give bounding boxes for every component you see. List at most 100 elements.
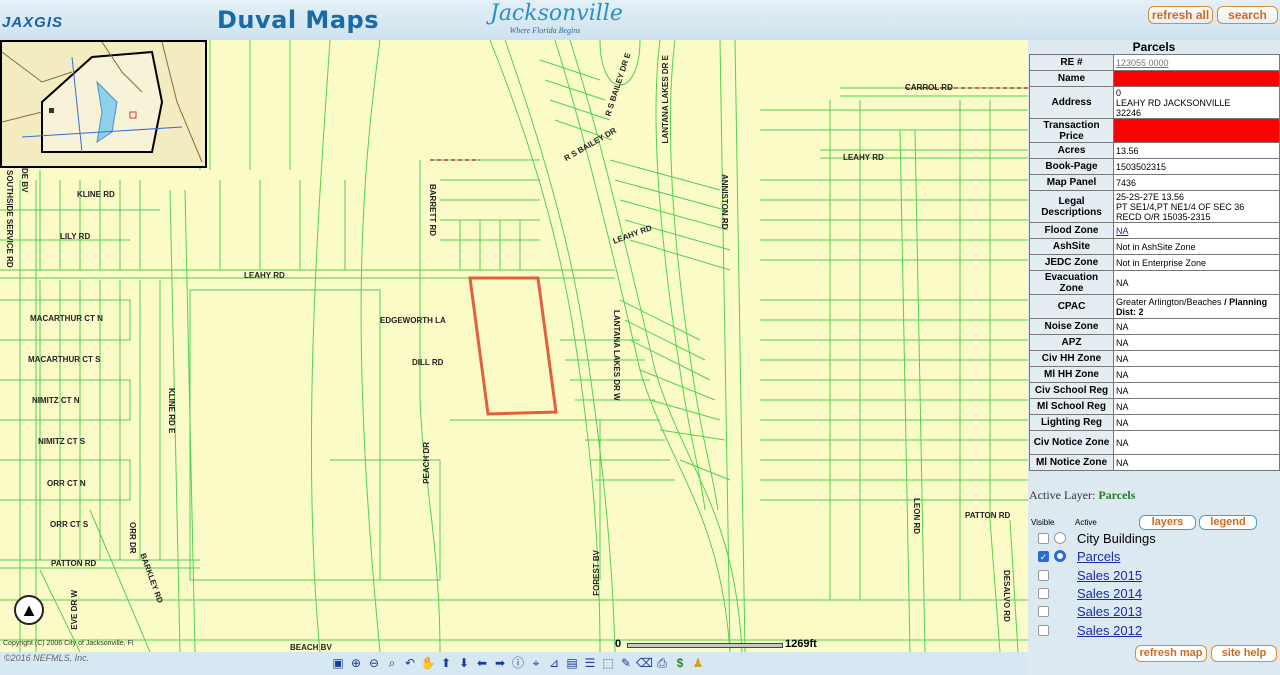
refresh-map-button[interactable]: refresh map <box>1135 645 1207 662</box>
legend-button[interactable]: legend <box>1199 515 1257 530</box>
layer-visible-checkbox[interactable] <box>1038 606 1049 618</box>
pan-south-icon[interactable]: ⬇ <box>456 655 472 671</box>
attribute-row: Civ Notice Zone NA <box>1029 430 1280 455</box>
layer-active-radio[interactable] <box>1054 550 1066 563</box>
city-tagline: Where Florida Begins <box>509 26 581 35</box>
streetview-icon[interactable]: ♟ <box>690 655 706 671</box>
attribute-value: NA <box>1113 318 1280 335</box>
attribute-value: 1503502315 <box>1113 158 1280 175</box>
attribute-label: RE # <box>1029 54 1114 71</box>
zoom-in-icon[interactable]: ⊕ <box>348 655 364 671</box>
print-icon[interactable]: ⎙ <box>654 655 670 671</box>
pan-hand-icon[interactable]: ✋ <box>420 655 436 671</box>
road-label-leahy-west: LEAHY RD <box>244 271 285 280</box>
dollar-icon[interactable]: $ <box>672 655 688 671</box>
layer-row: Sales 2015 <box>1028 567 1280 585</box>
layer-row: ✓ Parcels <box>1028 548 1280 566</box>
attribute-label: Address <box>1029 86 1114 119</box>
attribute-value: NA <box>1113 334 1280 351</box>
attribute-row: Civ HH Zone NA <box>1029 350 1280 367</box>
list-icon[interactable]: ☰ <box>582 655 598 671</box>
layer-name[interactable]: Parcels <box>1077 549 1120 564</box>
pan-north-icon[interactable]: ⬆ <box>438 655 454 671</box>
attribute-row: Name <box>1029 70 1280 87</box>
full-extent-icon[interactable]: ▣ <box>330 655 346 671</box>
zoom-box-icon[interactable]: ⌕ <box>384 655 400 671</box>
road-label-eve: EVE DR W <box>70 590 79 630</box>
pan-west-icon[interactable]: ⬅ <box>474 655 490 671</box>
attribute-label: CPAC <box>1029 294 1114 319</box>
road-label-nimitz-s: NIMITZ CT S <box>38 437 86 446</box>
identify-icon[interactable]: ⓘ <box>510 655 526 671</box>
overview-map[interactable] <box>0 40 207 168</box>
map-toolbar: ▣ ⊕ ⊖ ⌕ ↶ ✋ ⬆ ⬇ ⬅ ➡ ⓘ ⌖ ⊿ ▤ ☰ ⬚ ✎ ⌫ ⎙ $ … <box>330 655 706 673</box>
flood-zone-link[interactable]: NA <box>1116 226 1129 236</box>
print-area-icon[interactable]: ▤ <box>564 655 580 671</box>
attribute-value: NA <box>1113 270 1280 295</box>
layer-visible-checkbox[interactable] <box>1038 533 1049 544</box>
attribute-label: Civ School Reg <box>1029 382 1114 399</box>
attribute-label: Map Panel <box>1029 174 1114 191</box>
attribute-row: Ml School Reg NA <box>1029 398 1280 415</box>
road-label-service: SOUTHSIDE SERVICE RD <box>5 170 14 268</box>
re-number-link[interactable]: 123055 0000 <box>1116 58 1169 68</box>
attribute-row: AshSite Not in AshSite Zone <box>1029 238 1280 255</box>
erase-icon[interactable]: ⌫ <box>636 655 653 671</box>
cpac-value: Greater Arlington/Beaches <box>1116 296 1222 307</box>
jacksonville-logo: Jacksonville Where Florida Begins <box>490 0 623 40</box>
visible-column-header: Visible <box>1031 518 1055 527</box>
refresh-all-button[interactable]: refresh all <box>1148 6 1213 24</box>
layer-active-radio[interactable] <box>1054 532 1066 544</box>
attribute-value: NA <box>1113 454 1280 471</box>
attribute-row: Book-Page 1503502315 <box>1029 158 1280 175</box>
road-label-dill: DILL RD <box>412 358 444 367</box>
search-button[interactable]: search <box>1217 6 1278 24</box>
attribute-row: CPAC Greater Arlington/Beaches / Planning… <box>1029 294 1280 319</box>
attribute-row: Lighting Reg NA <box>1029 414 1280 431</box>
attribute-label: Ml Notice Zone <box>1029 454 1114 471</box>
zoom-out-icon[interactable]: ⊖ <box>366 655 382 671</box>
attribute-label: Noise Zone <box>1029 318 1114 335</box>
select-icon[interactable]: ⌖ <box>528 655 544 671</box>
layer-name[interactable]: Sales 2013 <box>1077 604 1142 619</box>
layer-name[interactable]: Sales 2015 <box>1077 568 1142 583</box>
layer-visible-checkbox[interactable] <box>1038 569 1049 581</box>
road-label-patton-east: PATTON RD <box>965 511 1011 520</box>
attribute-value: NA <box>1113 366 1280 383</box>
road-label-leahy-east: LEAHY RD <box>843 153 884 162</box>
attribute-value: 25-2S-27E 13.56 PT SE1/4,PT NE1/4 OF SEC… <box>1113 190 1280 223</box>
attribute-value: Greater Arlington/Beaches / Planning Dis… <box>1113 294 1280 319</box>
attribute-label: Flood Zone <box>1029 222 1114 239</box>
road-label-lantana-e: LANTANA LAKES DR E <box>661 55 670 144</box>
map-copyright: Copyright (C) 2006 City of Jacksonville,… <box>3 640 134 647</box>
parcel-attribute-table: RE #123055 0000 Name Address 0 LEAHY RD JAC… <box>1029 54 1280 471</box>
select-area-icon[interactable]: ⬚ <box>600 655 616 671</box>
attribute-value: NA <box>1113 382 1280 399</box>
pan-east-icon[interactable]: ➡ <box>492 655 508 671</box>
layer-visible-checkbox[interactable] <box>1038 587 1049 599</box>
road-label-leon: LEON RD <box>912 498 921 534</box>
measure-icon[interactable]: ⊿ <box>546 655 562 671</box>
attribute-label: Transaction Price <box>1029 118 1114 143</box>
attribute-row: Legal Descriptions 25-2S-27E 13.56 PT SE1… <box>1029 190 1280 223</box>
map-canvas[interactable]: CARROL RD LEAHY RD KLINE RD LILY RD LEAH… <box>0 40 1028 652</box>
layer-name[interactable]: Sales 2012 <box>1077 623 1142 638</box>
active-layer-indicator: Active Layer: Parcels <box>1029 488 1135 503</box>
road-label-barrett: BARRETT RD <box>428 184 437 236</box>
find-icon[interactable]: ✎ <box>618 655 634 671</box>
attribute-label: Ml School Reg <box>1029 398 1114 415</box>
layer-name[interactable]: Sales 2014 <box>1077 586 1142 601</box>
site-help-button[interactable]: site help <box>1211 645 1277 662</box>
attribute-value: NA <box>1113 350 1280 367</box>
layer-visible-checkbox[interactable] <box>1038 624 1049 636</box>
app-window: JAXGIS Duval Maps Jacksonville Where Flo… <box>0 0 1280 675</box>
road-label-beach: BEACH BV <box>290 643 332 652</box>
layers-button[interactable]: layers <box>1139 515 1196 530</box>
layer-visible-checkbox[interactable]: ✓ <box>1038 551 1049 563</box>
back-icon[interactable]: ↶ <box>402 655 418 671</box>
jaxgis-logo[interactable]: JAXGIS <box>0 0 80 40</box>
scale-bar-line <box>627 643 783 648</box>
layer-name: City Buildings <box>1077 531 1156 546</box>
attribute-row: RE #123055 0000 <box>1029 54 1280 71</box>
attribute-value: NA <box>1113 222 1280 239</box>
